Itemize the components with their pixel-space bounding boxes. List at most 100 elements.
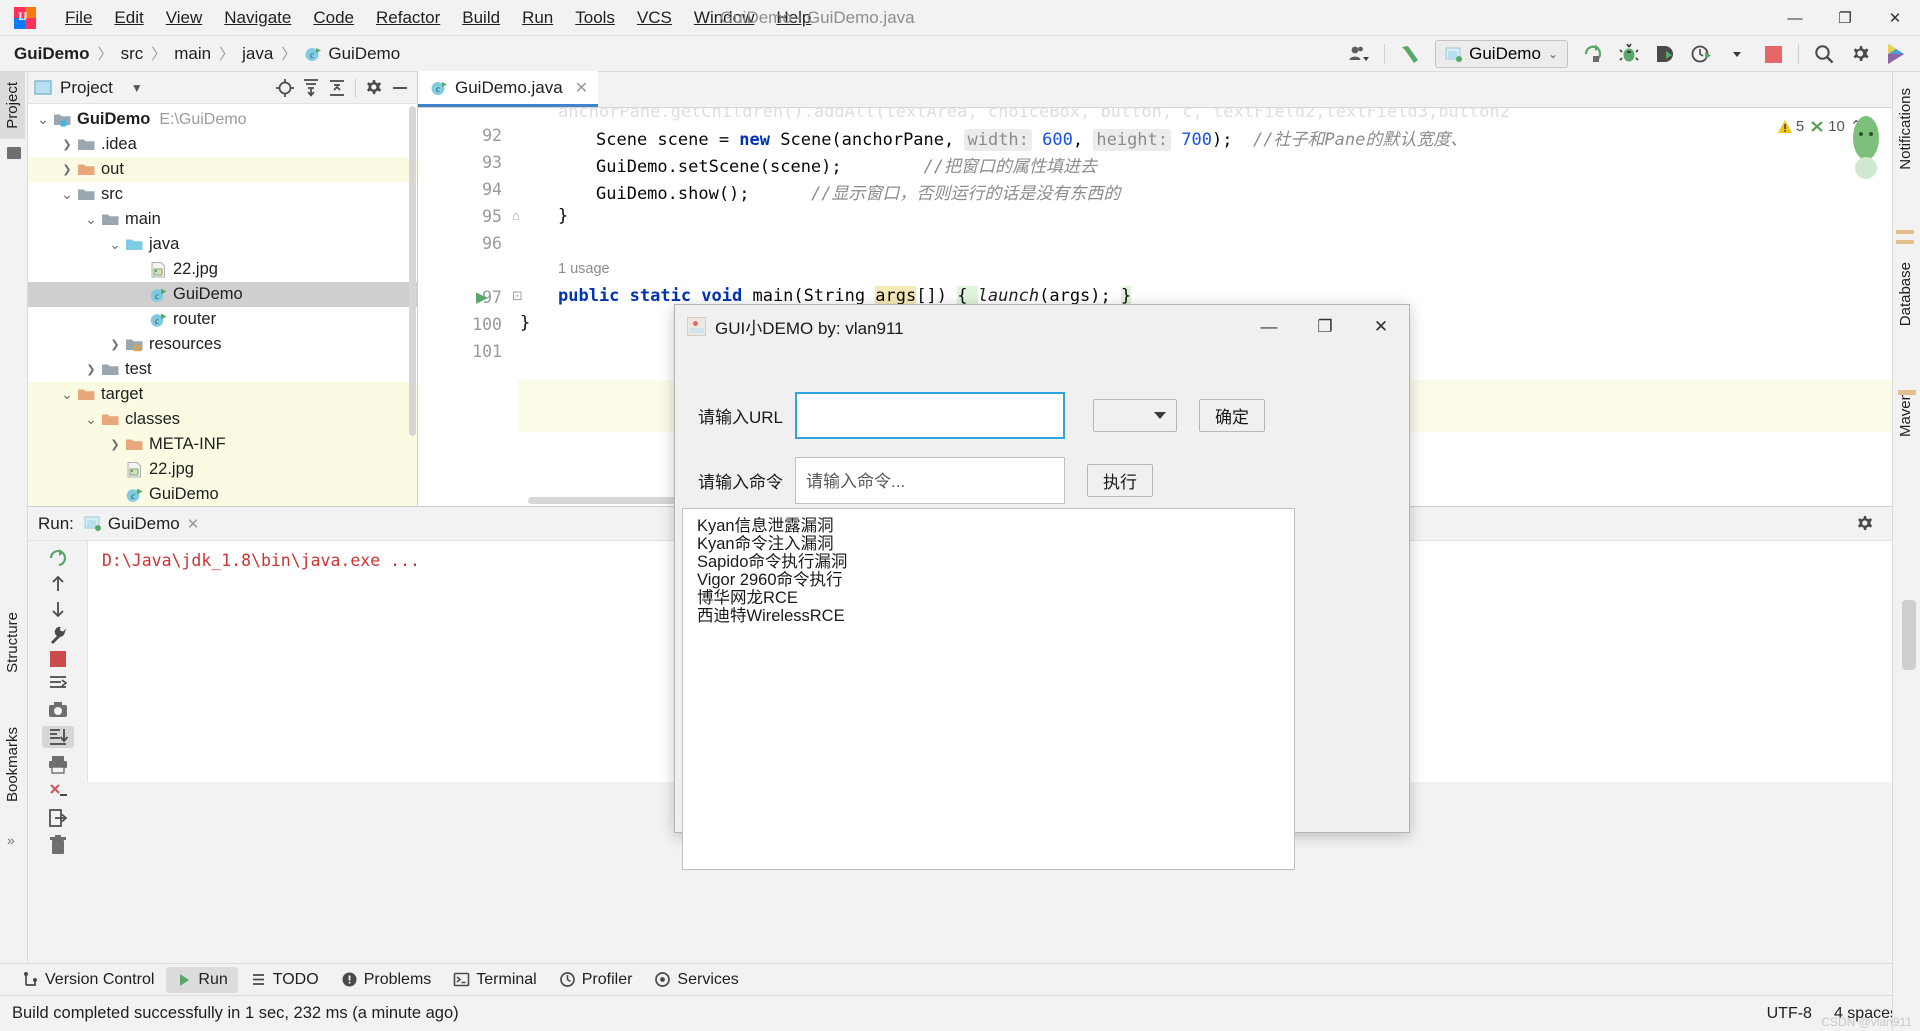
down-arrow-icon[interactable] [42, 599, 74, 619]
export-icon[interactable] [42, 807, 74, 829]
wrench-icon[interactable] [42, 624, 74, 646]
camera-icon[interactable] [42, 699, 74, 721]
more-tools-icon[interactable]: » [7, 832, 15, 848]
window-close-button[interactable]: ✕ [1870, 0, 1920, 36]
bottom-tab-terminal[interactable]: Terminal [443, 967, 546, 993]
list-item[interactable]: Vigor 2960命令执行 [693, 571, 1294, 589]
sidebar-item-notifications[interactable]: Notifications [1893, 78, 1920, 180]
hide-panel-icon[interactable] [389, 77, 411, 99]
breadcrumb-item-guidemo[interactable]: c GuiDemo [304, 44, 400, 64]
close-icon[interactable]: ✕ [575, 78, 588, 98]
scroll-to-end-icon[interactable] [41, 726, 74, 748]
up-arrow-icon[interactable] [42, 574, 74, 594]
bottom-tab-profiler[interactable]: Profiler [549, 967, 643, 993]
chevron-right-icon[interactable]: ❯ [58, 138, 76, 151]
sidebar-item-bookmarks[interactable]: Bookmarks [0, 717, 28, 812]
chevron-down-icon[interactable]: ⌄ [82, 211, 100, 228]
tree-node-router[interactable]: c router [28, 307, 417, 332]
chevron-down-icon[interactable]: ⌄ [106, 236, 124, 253]
tree-node--idea[interactable]: ❯ .idea [28, 132, 417, 157]
tree-node-src[interactable]: ⌄ src [28, 182, 417, 207]
menu-file[interactable]: File [54, 4, 103, 32]
bottom-tab-run[interactable]: Run [166, 966, 238, 993]
run-icon[interactable] [1578, 39, 1608, 69]
chevron-down-icon[interactable]: ▼ [131, 81, 143, 95]
chevron-down-icon[interactable]: ⌄ [58, 386, 76, 403]
tree-node-out[interactable]: ❯ out [28, 157, 417, 182]
usage-hint[interactable]: 1 usage [558, 261, 610, 277]
soft-wrap-icon[interactable] [42, 672, 74, 694]
execute-button[interactable]: 执行 [1087, 464, 1153, 497]
confirm-button[interactable]: 确定 [1199, 398, 1266, 432]
tree-node-guidemo[interactable]: c GuiDemo [28, 482, 417, 507]
list-item[interactable]: Kyan信息泄露漏洞 [693, 517, 1294, 535]
tree-node-22-jpg[interactable]: 22.jpg [28, 257, 417, 282]
menu-build[interactable]: Build [451, 4, 511, 32]
dialog-minimize-button[interactable]: — [1241, 305, 1297, 348]
tree-node-main[interactable]: ⌄ main [28, 207, 417, 232]
tree-node-meta-inf[interactable]: ❯ META-INF [28, 432, 417, 457]
editor-tab-guidemo[interactable]: c GuiDemo.java ✕ [418, 71, 599, 107]
breadcrumb-item-main[interactable]: main [174, 44, 211, 64]
dialog-close-button[interactable]: ✕ [1353, 305, 1409, 348]
locate-icon[interactable] [274, 77, 296, 99]
vulnerability-list[interactable]: Kyan信息泄露漏洞 Kyan命令注入漏洞 Sapido命令执行漏洞 Vigor 29… [682, 508, 1295, 870]
menu-run[interactable]: Run [511, 4, 564, 32]
sidebar-item-structure[interactable]: Structure [0, 602, 28, 683]
rerun-icon[interactable] [42, 547, 74, 569]
run-with-coverage-icon[interactable] [1650, 39, 1680, 69]
dialog-maximize-button[interactable]: ❐ [1297, 305, 1353, 348]
chevron-right-icon[interactable]: ❯ [58, 163, 76, 176]
url-input-field[interactable] [797, 393, 1064, 437]
chevron-right-icon[interactable]: ❯ [82, 363, 100, 376]
settings-gear-icon[interactable] [363, 77, 385, 99]
debug-icon[interactable] [1614, 39, 1644, 69]
status-encoding[interactable]: UTF-8 [1767, 1005, 1812, 1023]
profiler-dropdown-icon[interactable] [1722, 39, 1752, 69]
command-input[interactable]: 请输入命令... [795, 457, 1065, 504]
collapse-all-icon[interactable] [326, 77, 348, 99]
sidebar-item-project[interactable]: Project [0, 72, 25, 139]
bottom-tab-services[interactable]: Services [644, 967, 748, 993]
trash-icon[interactable] [42, 834, 74, 856]
settings-gear-icon[interactable] [1845, 39, 1875, 69]
type-dropdown[interactable] [1093, 398, 1178, 432]
run-configuration-selector[interactable]: GuiDemo ⌄ [1435, 40, 1568, 68]
tree-node-guidemo[interactable]: ⌄ GuiDemo E:\GuiDemo [28, 107, 417, 132]
clear-all-icon[interactable] [42, 780, 74, 802]
run-tab-guidemo[interactable]: GuiDemo ✕ [84, 514, 199, 534]
gui-demo-dialog[interactable]: GUI小DEMO by: vlan911 — ❐ ✕ 请输入URL 确定 请输入… [674, 304, 1410, 870]
chevron-down-icon[interactable]: ⌄ [34, 111, 52, 128]
expand-all-icon[interactable] [300, 77, 322, 99]
window-maximize-button[interactable]: ❐ [1820, 0, 1870, 36]
right-scrollbar[interactable] [1902, 600, 1916, 670]
stop-icon[interactable] [42, 651, 74, 667]
window-minimize-button[interactable]: — [1770, 0, 1820, 36]
tree-node-test[interactable]: ❯ test [28, 357, 417, 382]
list-item[interactable]: Sapido命令执行漏洞 [693, 553, 1294, 571]
bottom-tab-version-control[interactable]: Version Control [12, 967, 164, 993]
bottom-tab-problems[interactable]: Problems [331, 967, 442, 993]
menu-tools[interactable]: Tools [564, 4, 626, 32]
chevron-right-icon[interactable]: ❯ [106, 338, 124, 351]
menu-navigate[interactable]: Navigate [213, 4, 302, 32]
tree-node-resources[interactable]: ❯ resources [28, 332, 417, 357]
list-item[interactable]: Kyan命令注入漏洞 [693, 535, 1294, 553]
chevron-down-icon[interactable]: ⌄ [58, 186, 76, 203]
settings-gear-icon[interactable] [1854, 513, 1876, 535]
list-item[interactable]: 博华网龙RCE [693, 589, 1294, 607]
menu-vcs[interactable]: VCS [626, 4, 683, 32]
tree-node-guidemo[interactable]: c GuiDemo [28, 282, 417, 307]
menu-view[interactable]: View [155, 4, 214, 32]
close-icon[interactable]: ✕ [187, 515, 200, 533]
menu-edit[interactable]: Edit [103, 4, 154, 32]
menu-refactor[interactable]: Refactor [365, 4, 451, 32]
chevron-down-icon[interactable]: ⌄ [82, 411, 100, 428]
sidebar-item-database[interactable]: Database [1893, 252, 1920, 336]
list-item[interactable]: 西迪特WirelessRCE [693, 607, 1294, 625]
account-icon[interactable] [1344, 39, 1374, 69]
breadcrumb-item-project[interactable]: GuiDemo [14, 44, 90, 64]
tree-node-22-jpg[interactable]: 22.jpg [28, 457, 417, 482]
tree-node-classes[interactable]: ⌄ classes [28, 407, 417, 432]
menu-code[interactable]: Code [302, 4, 365, 32]
